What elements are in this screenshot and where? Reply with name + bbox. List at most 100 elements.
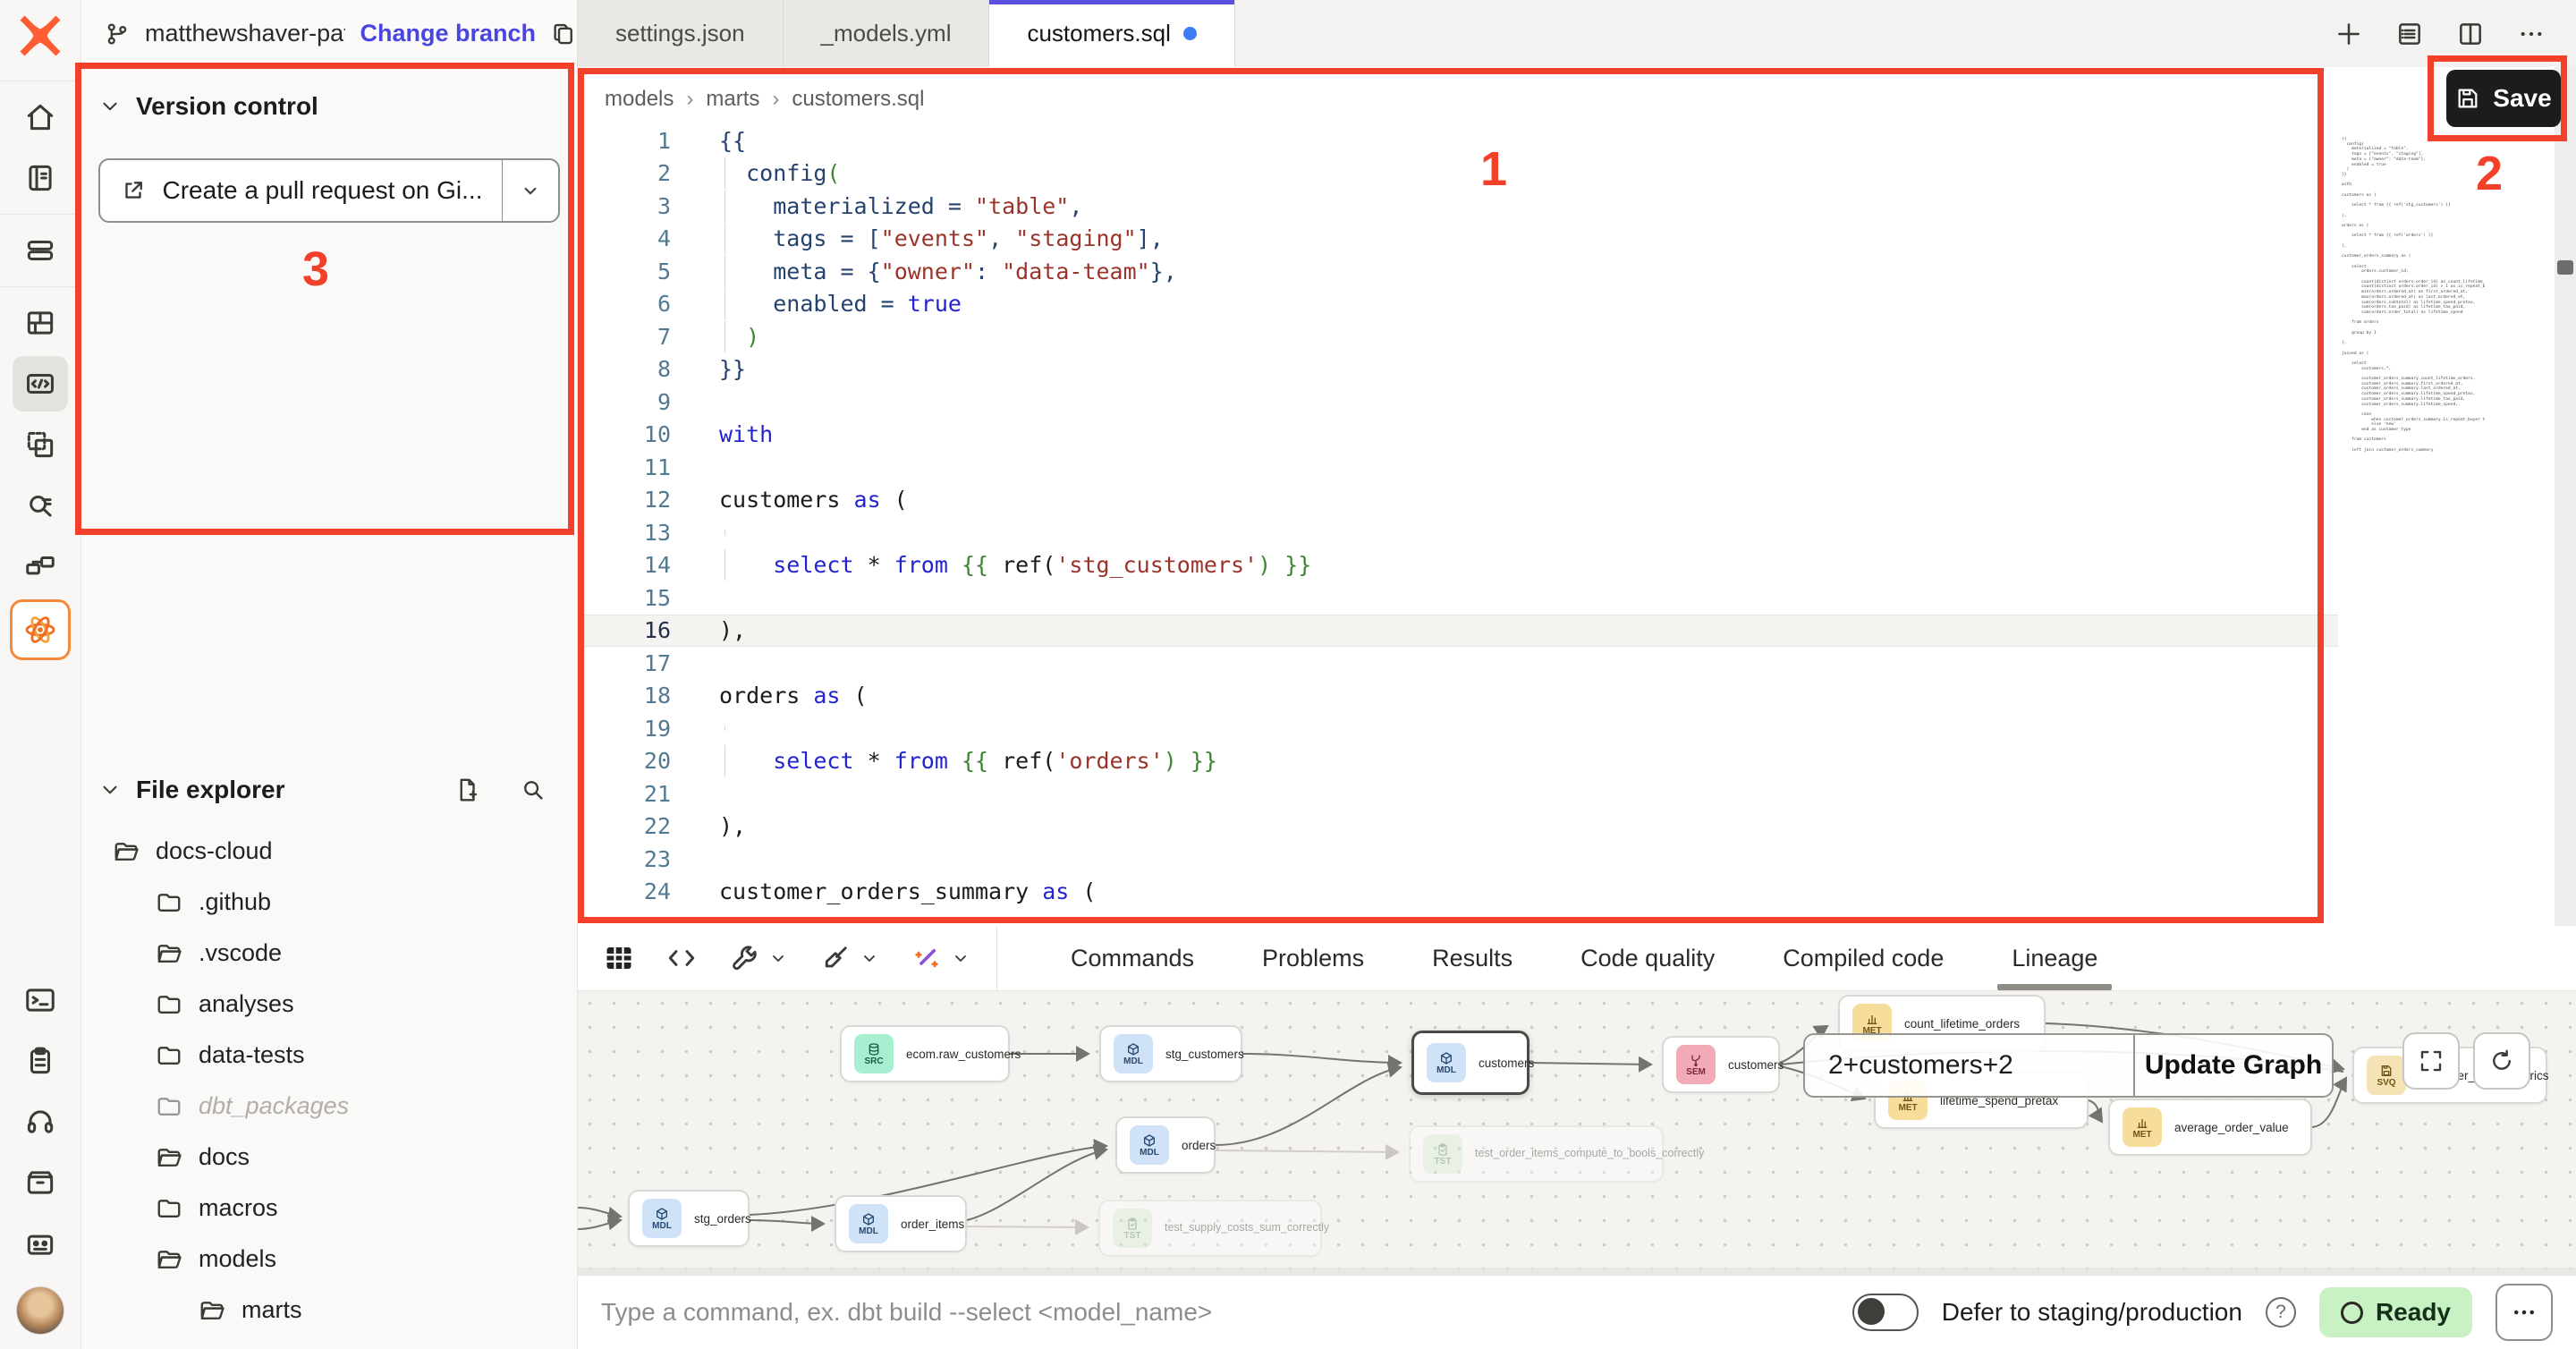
- save-button[interactable]: Save: [2446, 70, 2561, 127]
- notebook-icon[interactable]: [13, 150, 68, 206]
- file-tree-item-.github[interactable]: .github: [80, 877, 577, 928]
- code-line-22[interactable]: 22),: [578, 810, 2338, 844]
- bottom-tab-commands[interactable]: Commands: [1037, 926, 1228, 990]
- version-control-header[interactable]: Version control: [80, 67, 577, 121]
- home-icon[interactable]: [13, 89, 68, 145]
- copy-branch-icon[interactable]: [550, 21, 577, 47]
- file-tree-item-docs-cloud[interactable]: docs-cloud: [80, 826, 577, 877]
- lineage-graph[interactable]: SRCecom.raw_customers MDLstg_customers MDL…: [578, 991, 2576, 1275]
- code-line-9[interactable]: 9: [578, 386, 2338, 419]
- graph-horizontal-scrollbar[interactable]: [578, 1268, 2576, 1275]
- lineage-node-test_supply_costs_sum_correctly[interactable]: TSTtest_supply_costs_sum_correctly: [1098, 1200, 1322, 1257]
- code-line-19[interactable]: 19: [578, 712, 2338, 745]
- refresh-graph-button[interactable]: [2473, 1032, 2530, 1090]
- tab-settings.json[interactable]: settings.json: [578, 0, 784, 67]
- clipboard-icon[interactable]: [13, 1033, 68, 1089]
- file-tree-item-analyses[interactable]: analyses: [80, 979, 577, 1030]
- tab-customers.sql[interactable]: customers.sql: [989, 0, 1234, 67]
- file-tree-item-docs[interactable]: docs: [80, 1132, 577, 1183]
- chevron-down-icon[interactable]: [859, 947, 880, 969]
- code-line-18[interactable]: 18orders as (: [578, 680, 2338, 713]
- lineage-node-ecom.raw_customers[interactable]: SRCecom.raw_customers: [840, 1025, 1010, 1082]
- lineage-node-customers[interactable]: MDLcustomers: [1411, 1031, 1530, 1095]
- file-tree-item-data-tests[interactable]: data-tests: [80, 1030, 577, 1081]
- lineage-node-orders[interactable]: MDLorders: [1115, 1116, 1216, 1174]
- dashboard-icon[interactable]: [13, 295, 68, 351]
- robot-icon[interactable]: [13, 1216, 68, 1271]
- defer-toggle[interactable]: [1852, 1294, 1919, 1331]
- file-tree-item-models[interactable]: models: [80, 1234, 577, 1285]
- code-line-4[interactable]: 4 tags = ["events", "staging"],: [578, 223, 2338, 256]
- editor-scrollbar[interactable]: [2555, 67, 2576, 926]
- bottom-tab-lineage[interactable]: Lineage: [1978, 926, 2131, 990]
- lineage-node-stg_orders[interactable]: MDLstg_orders: [628, 1190, 750, 1247]
- ai-fix-wand-icon[interactable]: [911, 942, 943, 974]
- terminal-icon[interactable]: [13, 972, 68, 1028]
- code-line-3[interactable]: 3 materialized = "table",: [578, 190, 2338, 223]
- file-tree-item-dbt_packages[interactable]: dbt_packages: [80, 1081, 577, 1132]
- search-files-icon[interactable]: [520, 776, 547, 803]
- code-line-24[interactable]: 24customer_orders_summary as (: [578, 876, 2338, 909]
- split-editor-icon[interactable]: [2456, 20, 2485, 48]
- code-line-13[interactable]: 13: [578, 516, 2338, 549]
- chevron-down-icon[interactable]: [98, 778, 122, 802]
- more-menu-icon[interactable]: [2517, 20, 2546, 48]
- create-pr-button[interactable]: Create a pull request on Gi...: [98, 158, 560, 223]
- lineage-search-input[interactable]: 2+customers+2: [1805, 1035, 2133, 1096]
- dbt-logo-icon[interactable]: [13, 9, 67, 63]
- format-broom-icon[interactable]: [819, 942, 852, 974]
- copilot-atom-icon[interactable]: [10, 599, 71, 660]
- new-tab-icon[interactable]: [2334, 20, 2363, 48]
- preview-table-icon[interactable]: [603, 942, 635, 974]
- minimap[interactable]: {{ config( materialized = "table", tags …: [2342, 137, 2485, 924]
- code-line-20[interactable]: 20 select * from {{ ref('orders') }}: [578, 745, 2338, 778]
- build-wrench-icon[interactable]: [728, 942, 760, 974]
- lineage-node-stg_customers[interactable]: MDLstg_customers: [1099, 1025, 1242, 1082]
- create-pr-main[interactable]: Create a pull request on Gi...: [100, 160, 503, 221]
- code-line-7[interactable]: 7 ): [578, 320, 2338, 353]
- code-line-5[interactable]: 5 meta = {"owner": "data-team"},: [578, 255, 2338, 288]
- code-line-6[interactable]: 6 enabled = true: [578, 288, 2338, 321]
- lineage-node-test_order_items_compute_to_bools_correctly[interactable]: TSTtest_order_items_compute_to_bools_cor…: [1409, 1125, 1664, 1183]
- new-file-icon[interactable]: [453, 776, 480, 803]
- bottom-tab-results[interactable]: Results: [1398, 926, 1546, 990]
- code-line-21[interactable]: 21: [578, 777, 2338, 810]
- query-search-icon[interactable]: [13, 478, 68, 533]
- code-line-15[interactable]: 15: [578, 581, 2338, 615]
- breadcrumb-item[interactable]: marts: [706, 87, 759, 112]
- lineage-node-order_items[interactable]: MDLorder_items: [835, 1195, 967, 1252]
- code-line-8[interactable]: 8}}: [578, 353, 2338, 386]
- changed-files-icon[interactable]: [2395, 20, 2424, 48]
- code-line-12[interactable]: 12customers as (: [578, 484, 2338, 517]
- archive-icon[interactable]: [13, 1155, 68, 1210]
- compile-code-icon[interactable]: [665, 942, 698, 974]
- pr-dropdown-caret[interactable]: [503, 160, 558, 221]
- user-avatar[interactable]: [16, 1286, 64, 1335]
- code-line-1[interactable]: 1{{: [578, 124, 2338, 157]
- chevron-down-icon[interactable]: [950, 947, 971, 969]
- code-line-23[interactable]: 23: [578, 843, 2338, 876]
- lineage-node-customers[interactable]: SEMcustomers: [1662, 1036, 1780, 1093]
- file-tree-item-.vscode[interactable]: .vscode: [80, 928, 577, 979]
- bottom-tab-problems[interactable]: Problems: [1228, 926, 1398, 990]
- chevron-down-icon[interactable]: [767, 947, 789, 969]
- bottom-tab-code-quality[interactable]: Code quality: [1546, 926, 1749, 990]
- scrollbar-thumb[interactable]: [2557, 260, 2573, 275]
- support-headset-icon[interactable]: [13, 1094, 68, 1150]
- lineage-node-average_order_value[interactable]: METaverage_order_value: [2108, 1099, 2312, 1156]
- branch-name[interactable]: matthewshaver-patc: [145, 20, 345, 47]
- file-tree-item-marts[interactable]: marts: [80, 1285, 577, 1336]
- breadcrumb-item[interactable]: models: [605, 87, 674, 112]
- status-more-button[interactable]: [2496, 1284, 2553, 1341]
- copy-workspace-icon[interactable]: [13, 417, 68, 472]
- breadcrumb-item[interactable]: customers.sql: [792, 87, 924, 112]
- update-graph-button[interactable]: Update Graph: [2133, 1035, 2332, 1096]
- help-icon[interactable]: ?: [2266, 1297, 2296, 1328]
- code-line-14[interactable]: 14 select * from {{ ref('stg_customers')…: [578, 549, 2338, 582]
- bottom-tab-compiled-code[interactable]: Compiled code: [1749, 926, 1978, 990]
- compare-icon[interactable]: [13, 539, 68, 594]
- code-line-2[interactable]: 2 config(: [578, 157, 2338, 191]
- code-line-16[interactable]: 16),: [578, 615, 2338, 648]
- code-editor-icon[interactable]: [13, 356, 68, 411]
- environments-icon[interactable]: [13, 223, 68, 278]
